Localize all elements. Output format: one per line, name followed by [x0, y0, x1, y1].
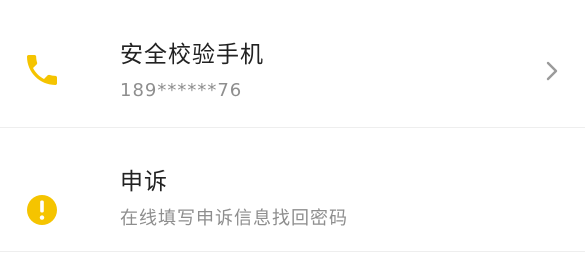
- exclamation-circle-icon: [27, 195, 57, 225]
- security-phone-row[interactable]: 安全校验手机 189******76: [0, 0, 585, 128]
- phone-icon: [27, 55, 57, 85]
- masked-phone-number: 189******76: [120, 80, 243, 101]
- security-options-list: 安全校验手机 189******76 申诉 在线填写申诉信息找回密码: [0, 0, 585, 255]
- appeal-description: 在线填写申诉信息找回密码: [120, 208, 348, 229]
- chevron-right-icon: [546, 61, 558, 81]
- divider: [0, 251, 585, 252]
- security-phone-title: 安全校验手机: [120, 42, 264, 68]
- appeal-row[interactable]: 申诉 在线填写申诉信息找回密码: [0, 128, 585, 255]
- appeal-title: 申诉: [120, 169, 168, 195]
